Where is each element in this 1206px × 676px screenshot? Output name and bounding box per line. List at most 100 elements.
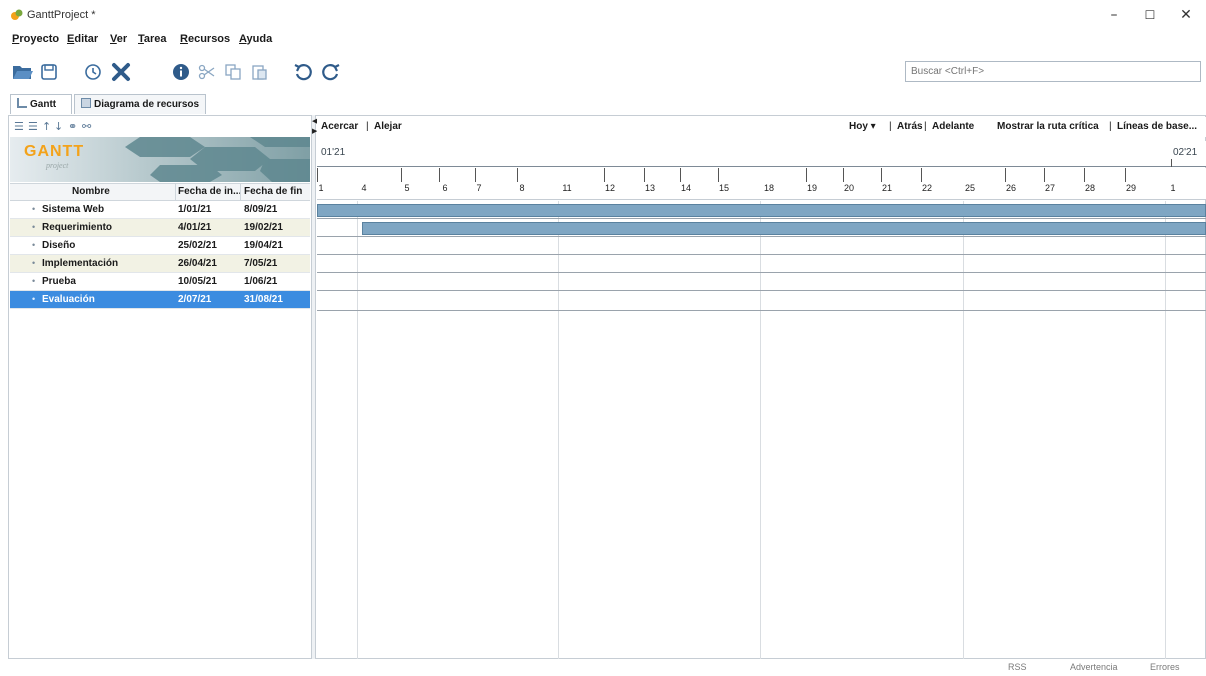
task-row[interactable]: • Prueba 10/05/21 1/06/21 <box>10 273 310 291</box>
separator: | <box>366 121 369 132</box>
redo-button[interactable] <box>318 59 344 85</box>
column-end-header[interactable]: Fecha de fin <box>244 186 302 197</box>
menu-ayuda-mnemonic: A <box>239 33 247 45</box>
day-tick <box>439 168 440 182</box>
task-start: 1/01/21 <box>178 204 212 215</box>
day-label: 20 <box>843 183 855 193</box>
column-divider[interactable] <box>175 184 176 201</box>
task-name: Sistema Web <box>42 204 105 215</box>
task-bar-sistema-web[interactable] <box>317 204 1206 217</box>
task-row[interactable]: • Sistema Web 1/01/21 8/09/21 <box>10 201 310 219</box>
delete-button[interactable] <box>108 59 134 85</box>
rss-status[interactable]: RSS <box>1008 662 1027 672</box>
save-button[interactable] <box>36 59 62 85</box>
day-tick <box>1044 168 1045 182</box>
day-label: 7 <box>476 183 482 193</box>
unlink-icon[interactable]: ⚯ <box>82 120 91 133</box>
menu-ver[interactable]: Ver <box>110 33 127 45</box>
menu-recursos[interactable]: Recursos <box>180 33 230 45</box>
day-label: 19 <box>806 183 818 193</box>
week-gridline <box>1165 201 1166 659</box>
open-button[interactable] <box>10 59 36 85</box>
day-tick <box>881 168 882 182</box>
title-bar: GanttProject * – ☐ ✕ <box>0 0 1206 30</box>
task-row-selected[interactable]: • Evaluación 2/07/21 31/08/21 <box>10 291 310 309</box>
menu-editar-label: ditar <box>74 33 99 45</box>
bullet-icon: • <box>32 294 36 304</box>
errors-status[interactable]: Errores <box>1150 662 1180 672</box>
separator: | <box>889 121 892 132</box>
paste-button[interactable] <box>246 59 272 85</box>
menu-ayuda-label: yuda <box>246 33 273 45</box>
zoom-out-link[interactable]: Alejar <box>374 121 402 132</box>
column-divider[interactable] <box>240 184 241 201</box>
menu-editar[interactable]: Editar <box>67 33 98 45</box>
move-up-icon[interactable]: ↑ <box>42 120 51 133</box>
day-label: 5 <box>404 183 410 193</box>
task-row[interactable]: • Implementación 26/04/21 7/05/21 <box>10 255 310 273</box>
menu-ayuda[interactable]: Ayuda <box>239 33 272 45</box>
task-end: 19/02/21 <box>244 222 283 233</box>
zoom-in-link[interactable]: Acercar <box>321 121 358 132</box>
outdent-icon[interactable]: ☰ <box>28 120 38 133</box>
today-dropdown[interactable]: Hoy ▾ <box>849 121 876 132</box>
info-button[interactable] <box>168 59 194 85</box>
maximize-button[interactable]: ☐ <box>1136 4 1164 26</box>
task-start: 2/07/21 <box>178 294 212 305</box>
critical-path-link[interactable]: Mostrar la ruta crítica <box>997 121 1099 132</box>
row-gridline <box>317 272 1206 273</box>
day-tick <box>604 168 605 182</box>
logo-subtitle: project <box>46 161 69 170</box>
task-properties-button[interactable] <box>80 59 106 85</box>
column-name-header[interactable]: Nombre <box>72 186 110 197</box>
row-gridline <box>317 218 1206 219</box>
cut-button[interactable] <box>194 59 220 85</box>
day-label: 25 <box>964 183 976 193</box>
menu-tarea[interactable]: Tarea <box>138 33 167 45</box>
day-label: 28 <box>1084 183 1096 193</box>
task-row[interactable]: • Requerimiento 4/01/21 19/02/21 <box>10 219 310 237</box>
panel-splitter[interactable] <box>311 115 316 659</box>
day-tick <box>1084 168 1085 182</box>
bullet-icon: • <box>32 258 36 268</box>
undo-button[interactable] <box>290 59 316 85</box>
day-tick <box>475 168 476 182</box>
day-label: 15 <box>718 183 730 193</box>
warning-status[interactable]: Advertencia <box>1070 662 1118 672</box>
menu-tarea-label: area <box>143 33 167 45</box>
cut-icon <box>198 64 215 80</box>
day-tick <box>517 168 518 182</box>
day-label: 6 <box>442 183 448 193</box>
day-tick <box>806 168 807 182</box>
day-tick <box>1125 168 1126 182</box>
task-row[interactable]: • Diseño 25/02/21 19/04/21 <box>10 237 310 255</box>
tab-resources[interactable]: Diagrama de recursos <box>74 94 206 114</box>
task-name: Diseño <box>42 240 76 251</box>
search-input[interactable] <box>905 61 1201 82</box>
day-label: 12 <box>604 183 616 193</box>
baselines-link[interactable]: Líneas de base... <box>1117 121 1197 132</box>
tab-resources-label: Diagrama de recursos <box>94 99 200 110</box>
copy-button[interactable] <box>220 59 246 85</box>
day-label: 14 <box>680 183 692 193</box>
close-button[interactable]: ✕ <box>1172 4 1200 26</box>
day-tick <box>317 168 318 182</box>
paste-icon <box>252 65 267 80</box>
tab-gantt[interactable]: Gantt <box>10 94 72 114</box>
forward-link[interactable]: Adelante <box>932 121 974 132</box>
timeline-day-header: 1 4 5 6 7 8 11 12 13 14 15 18 19 20 21 2… <box>317 168 1206 200</box>
undo-icon <box>294 64 312 81</box>
delete-icon <box>112 63 130 81</box>
task-bar-requerimiento[interactable] <box>362 222 1206 235</box>
menu-proyecto[interactable]: Proyecto <box>12 33 59 45</box>
column-start-header[interactable]: Fecha de in... <box>178 186 241 197</box>
minimize-button[interactable]: – <box>1100 4 1128 26</box>
menu-ver-mnemonic: V <box>110 33 117 45</box>
menu-recursos-mnemonic: R <box>180 33 188 45</box>
back-link[interactable]: Atrás <box>897 121 923 132</box>
indent-icon[interactable]: ☰ <box>14 120 24 133</box>
day-label: 11 <box>562 183 572 193</box>
link-icon[interactable]: ⚭ <box>68 120 77 133</box>
move-down-icon[interactable]: ↓ <box>54 120 63 133</box>
week-gridline <box>357 201 358 659</box>
